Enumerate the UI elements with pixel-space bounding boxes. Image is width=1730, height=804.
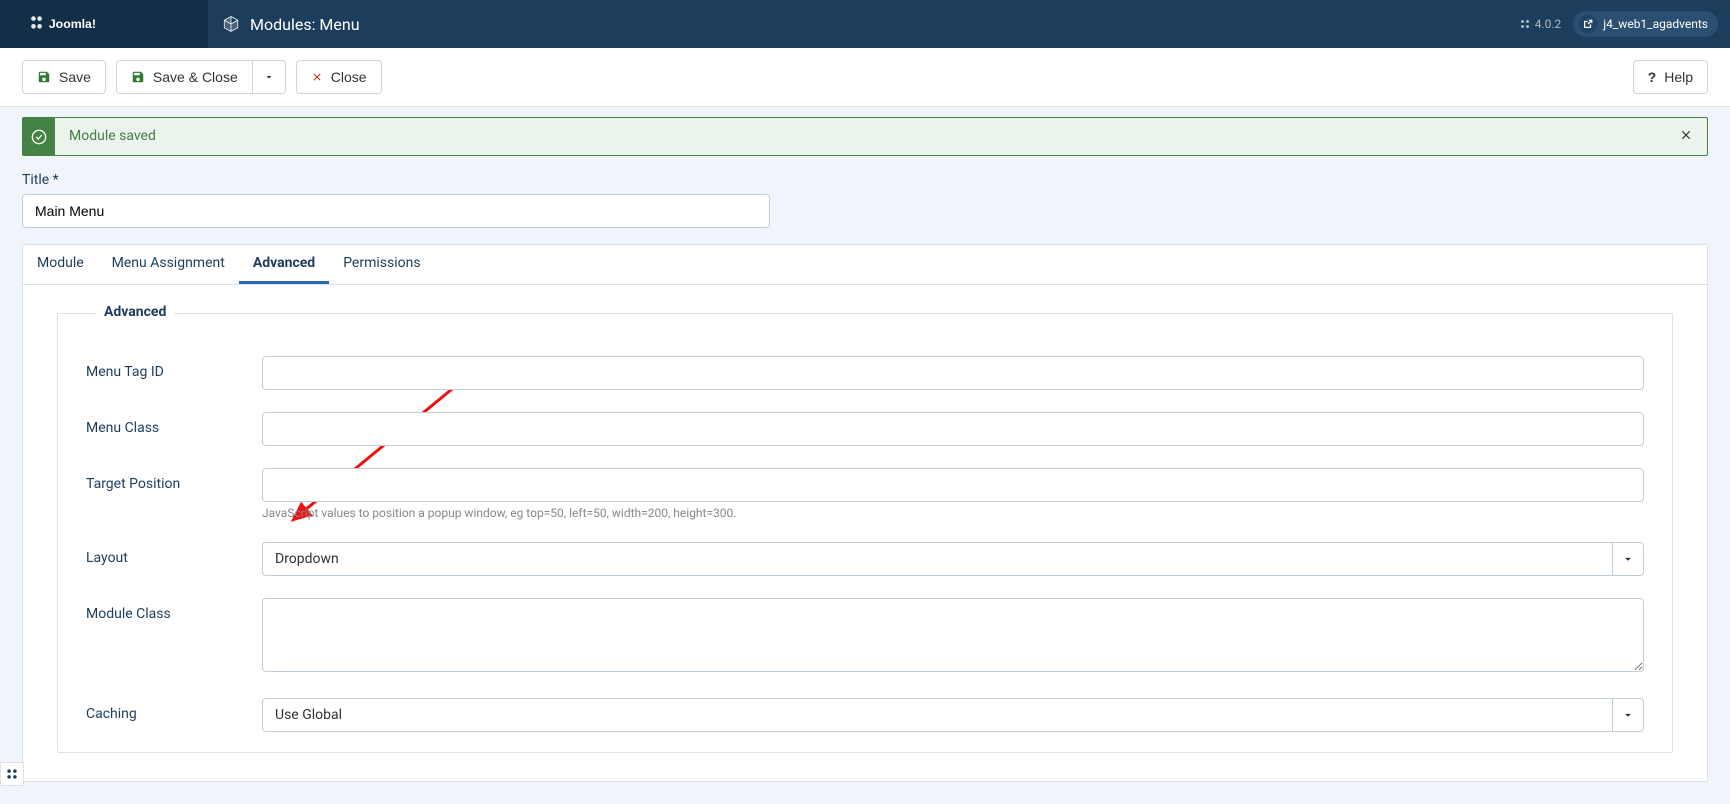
label-menu-class: Menu Class	[86, 412, 262, 436]
select-caching-value: Use Global	[262, 698, 1612, 732]
row-menu-class: Menu Class	[86, 412, 1644, 446]
chevron-down-icon	[263, 71, 275, 83]
tab-menu-assignment[interactable]: Menu Assignment	[98, 245, 239, 284]
cube-icon	[222, 15, 240, 33]
input-menu-tag-id[interactable]	[262, 356, 1644, 390]
version-label: 4.0.2	[1519, 17, 1562, 31]
save-dropdown-button[interactable]	[253, 60, 286, 94]
input-menu-class[interactable]	[262, 412, 1644, 446]
select-caching[interactable]: Use Global	[262, 698, 1644, 732]
textarea-module-class[interactable]	[262, 598, 1644, 672]
select-layout-value: Dropdown	[262, 542, 1612, 576]
main-panel: Module Menu Assignment Advanced Permissi…	[22, 244, 1708, 782]
sidebar-toggle[interactable]	[0, 762, 24, 786]
header-title-section: Modules: Menu	[208, 15, 360, 34]
save-icon	[131, 70, 145, 84]
title-input[interactable]	[22, 194, 770, 228]
row-caching: Caching Use Global	[86, 698, 1644, 732]
help-target-position: JavaScript values to position a popup wi…	[262, 506, 1644, 520]
label-target-position: Target Position	[86, 468, 262, 492]
help-icon: ?	[1648, 69, 1657, 85]
row-module-class: Module Class	[86, 598, 1644, 676]
close-icon	[1679, 128, 1693, 142]
toolbar: Save Save & Close Close ? Help	[0, 48, 1730, 107]
close-button[interactable]: Close	[296, 60, 382, 94]
panel-body: Advanced Menu Tag ID Menu Class Target P…	[23, 285, 1707, 781]
close-icon	[311, 71, 323, 83]
tab-permissions[interactable]: Permissions	[329, 245, 434, 284]
chevron-down-icon	[1612, 698, 1644, 732]
title-field-row: Title *	[22, 172, 1708, 228]
joomla-logo-icon: Joomla!	[20, 14, 130, 34]
alert-message: Module saved	[55, 118, 1665, 155]
check-circle-icon	[23, 118, 55, 155]
tab-module[interactable]: Module	[23, 245, 98, 284]
user-name: j4_web1_agadvents	[1603, 17, 1708, 31]
row-target-position: Target Position JavaScript values to pos…	[86, 468, 1644, 520]
page-title: Modules: Menu	[250, 15, 360, 34]
select-layout[interactable]: Dropdown	[262, 542, 1644, 576]
brand-logo[interactable]: Joomla!	[0, 0, 208, 48]
svg-text:Joomla!: Joomla!	[49, 17, 96, 31]
user-badge[interactable]: j4_web1_agadvents	[1573, 11, 1718, 37]
label-caching: Caching	[86, 698, 262, 722]
advanced-fieldset: Advanced Menu Tag ID Menu Class Target P…	[57, 313, 1673, 753]
alert-close-button[interactable]	[1665, 118, 1707, 155]
chevron-down-icon	[1612, 542, 1644, 576]
external-link-icon	[1579, 15, 1597, 33]
save-close-group: Save & Close	[116, 60, 286, 94]
header-right: 4.0.2 j4_web1_agadvents	[1519, 11, 1730, 37]
help-button[interactable]: ? Help	[1633, 60, 1708, 94]
label-menu-tag-id: Menu Tag ID	[86, 356, 262, 380]
top-header: Joomla! Modules: Menu 4.0.2 j4_web1_agad…	[0, 0, 1730, 48]
save-icon	[37, 70, 51, 84]
tabs: Module Menu Assignment Advanced Permissi…	[23, 245, 1707, 285]
title-label: Title *	[22, 172, 1708, 188]
label-layout: Layout	[86, 542, 262, 566]
input-target-position[interactable]	[262, 468, 1644, 502]
tab-advanced[interactable]: Advanced	[239, 245, 329, 284]
joomla-small-icon	[1519, 18, 1531, 30]
content-area: Module saved Title * Module Menu Assignm…	[0, 107, 1730, 804]
save-close-button[interactable]: Save & Close	[116, 60, 253, 94]
success-alert: Module saved	[22, 117, 1708, 156]
joomla-small-icon	[5, 767, 19, 781]
row-layout: Layout Dropdown	[86, 542, 1644, 576]
fieldset-legend: Advanced	[96, 304, 174, 320]
label-module-class: Module Class	[86, 598, 262, 622]
row-menu-tag-id: Menu Tag ID	[86, 356, 1644, 390]
save-button[interactable]: Save	[22, 60, 106, 94]
